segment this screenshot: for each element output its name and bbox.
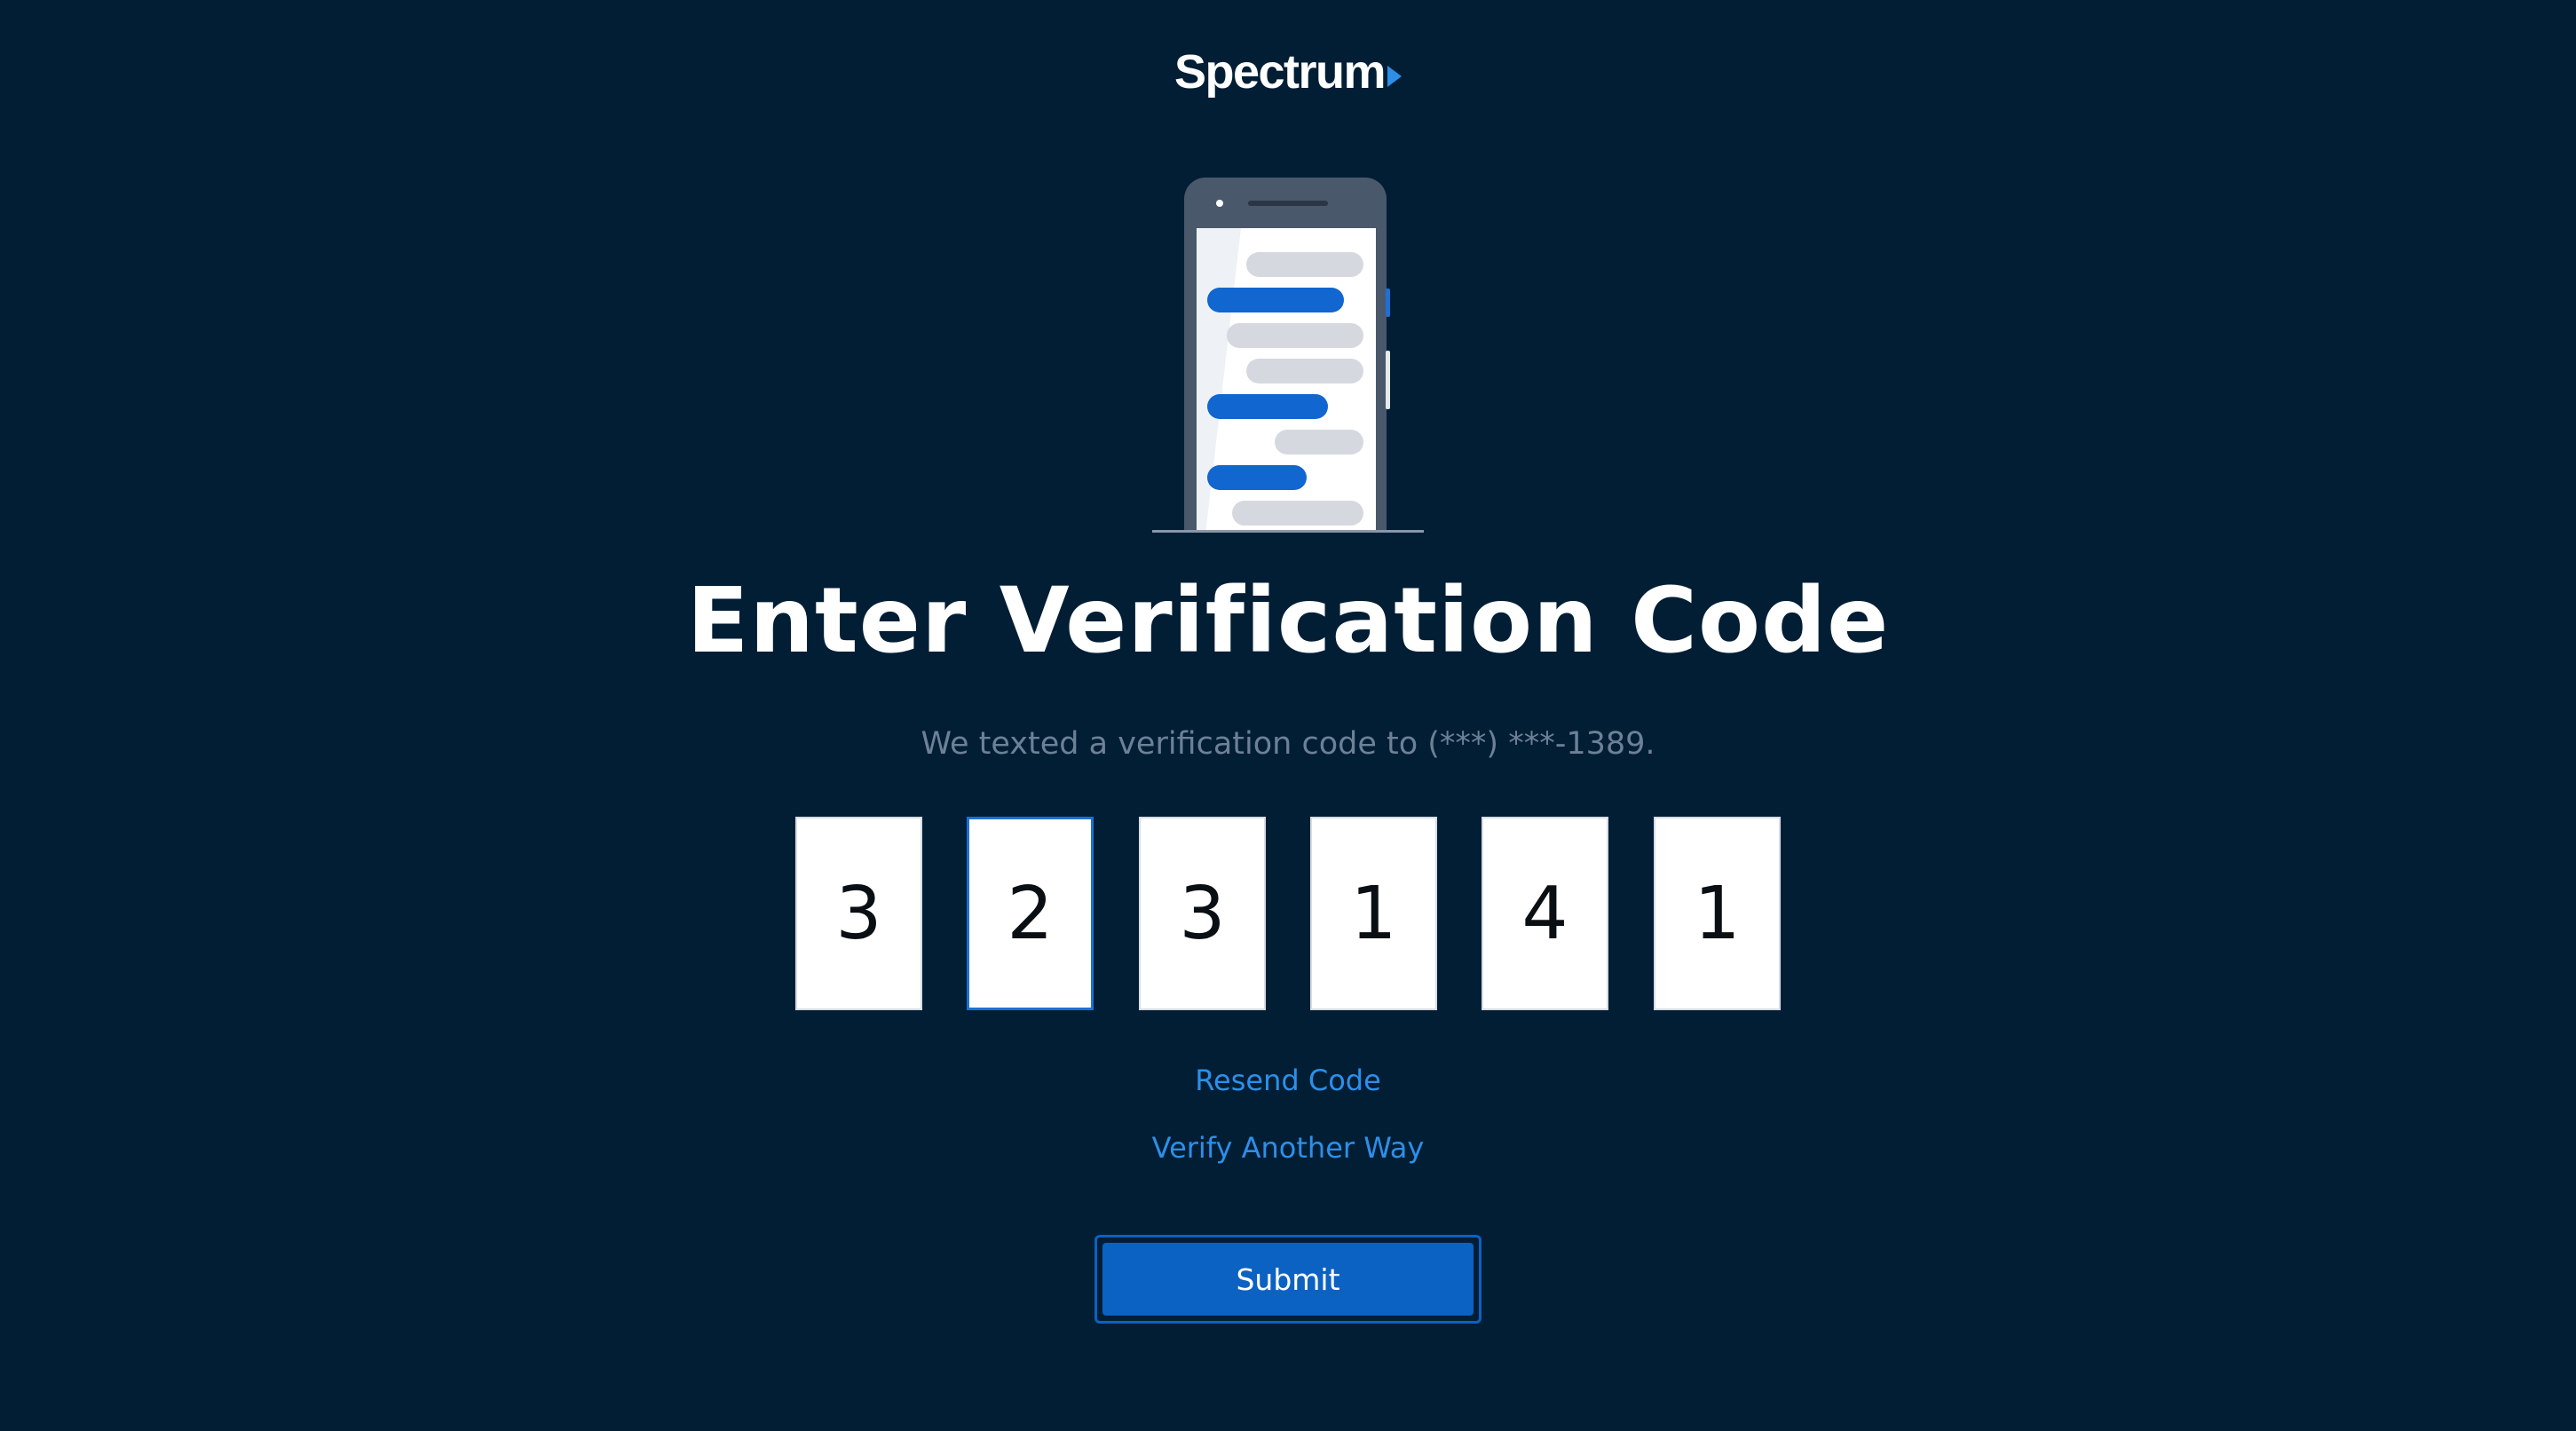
code-digit-1[interactable]: 3 — [795, 817, 922, 1010]
spectrum-logo: Spectrum — [0, 44, 2576, 99]
code-digit-2[interactable]: 2 — [967, 817, 1094, 1010]
logo-arrow-icon — [1387, 66, 1403, 87]
code-digit-5[interactable]: 4 — [1482, 817, 1608, 1010]
page-title: Enter Verification Code — [686, 568, 1890, 674]
code-digit-4[interactable]: 1 — [1310, 817, 1437, 1010]
submit-button[interactable]: Submit — [1102, 1243, 1474, 1316]
resend-code-link-row: Resend Code — [0, 1063, 2576, 1097]
verification-code-inputs: 3 2 3 1 4 1 — [795, 817, 1782, 1010]
code-digit-3[interactable]: 3 — [1139, 817, 1266, 1010]
verification-message: We texted a verification code to (***) *… — [921, 726, 1655, 762]
resend-code-link[interactable]: Resend Code — [1195, 1063, 1381, 1097]
verification-page: Spectrum Enter Verification Code We text… — [0, 0, 2576, 1431]
logo-text: Spectrum — [1173, 45, 1387, 99]
verify-another-way-link[interactable]: Verify Another Way — [1152, 1131, 1425, 1165]
code-digit-6[interactable]: 1 — [1654, 817, 1781, 1010]
phone-messages-icon — [1152, 173, 1424, 550]
verify-another-way-link-row: Verify Another Way — [0, 1131, 2576, 1165]
submit-button-focus-ring: Submit — [1094, 1235, 1482, 1324]
